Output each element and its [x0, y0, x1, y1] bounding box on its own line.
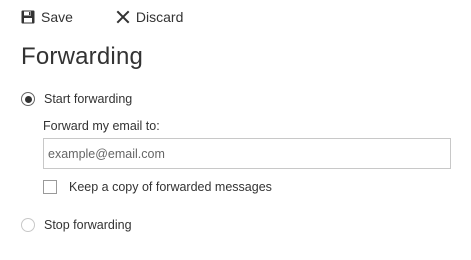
save-label: Save — [41, 9, 73, 25]
radio-selected-dot — [24, 95, 32, 103]
x-icon — [116, 10, 130, 24]
stop-forwarding-option[interactable]: Stop forwarding — [21, 218, 132, 232]
discard-label: Discard — [135, 9, 184, 25]
forwarding-panel: Save Discard Forwarding Start forwarding… — [0, 0, 471, 260]
stop-forwarding-radio[interactable] — [21, 218, 35, 232]
keep-copy-checkbox[interactable] — [43, 180, 57, 194]
keep-copy-option[interactable]: Keep a copy of forwarded messages — [43, 180, 272, 194]
start-forwarding-label: Start forwarding — [44, 92, 133, 106]
save-button[interactable]: Save — [21, 9, 73, 25]
stop-forwarding-label: Stop forwarding — [44, 218, 132, 232]
start-forwarding-option[interactable]: Start forwarding — [21, 92, 132, 106]
floppy-disk-icon — [21, 10, 35, 24]
toolbar: Save Discard — [21, 7, 183, 27]
page-title: Forwarding — [21, 43, 144, 70]
discard-button[interactable]: Discard — [116, 9, 183, 25]
forward-email-input[interactable] — [43, 138, 451, 169]
keep-copy-label: Keep a copy of forwarded messages — [69, 180, 272, 194]
forward-to-label: Forward my email to: — [43, 119, 160, 133]
start-forwarding-radio[interactable] — [21, 92, 35, 106]
